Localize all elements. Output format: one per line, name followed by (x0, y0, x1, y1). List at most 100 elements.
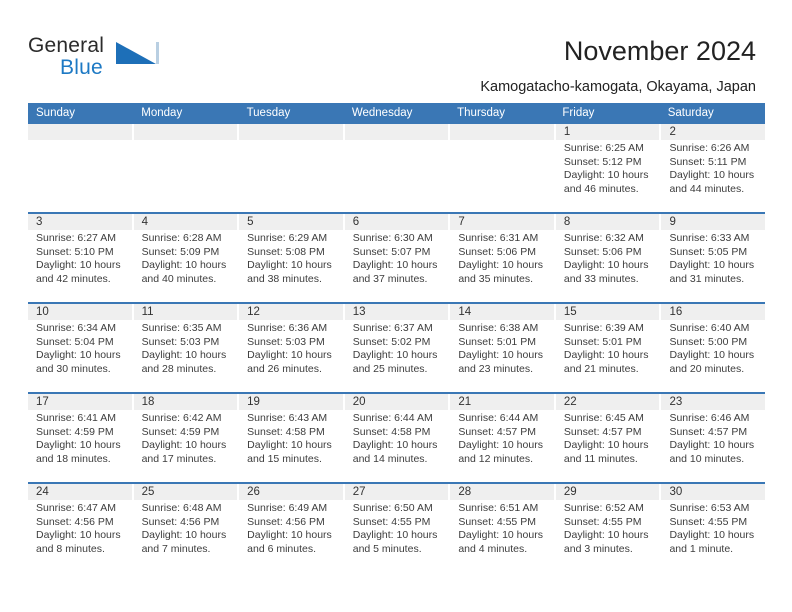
sunset-text: Sunset: 5:06 PM (563, 245, 642, 258)
day-number: 3 (36, 216, 43, 228)
day-sun-info: Sunrise: 6:44 AM Sunset: 4:57 PM Daylight:… (458, 410, 548, 466)
day-sun-info: Sunrise: 6:51 AM Sunset: 4:55 PM Daylight:… (458, 500, 548, 556)
calendar-day-cell[interactable]: 21 Sunrise: 6:44 AM Sunset: 4:57 PM Dayligh… (450, 394, 556, 482)
day-sun-info: Sunrise: 6:42 AM Sunset: 4:59 PM Daylight:… (142, 410, 232, 466)
calendar-day-cell[interactable]: 22 Sunrise: 6:45 AM Sunset: 4:57 PM Dayligh… (556, 394, 662, 482)
calendar-day-cell[interactable]: 13 Sunrise: 6:37 AM Sunset: 5:02 PM Dayligh… (345, 304, 451, 392)
daylight-text: Daylight: 10 hours and 25 minutes. (352, 349, 438, 375)
daylight-text: Daylight: 10 hours and 12 minutes. (458, 439, 543, 465)
calendar-day-cell[interactable]: 14 Sunrise: 6:38 AM Sunset: 5:01 PM Dayligh… (450, 304, 556, 392)
sunrise-text: Sunrise: 6:25 AM (563, 142, 644, 154)
sunrise-text: Sunrise: 6:51 AM (458, 502, 539, 514)
day-number: 7 (458, 216, 465, 228)
sunrise-text: Sunrise: 6:29 AM (247, 232, 328, 244)
day-sun-info: Sunrise: 6:49 AM Sunset: 4:56 PM Daylight:… (247, 500, 337, 556)
calendar-day-cell[interactable]: 12 Sunrise: 6:36 AM Sunset: 5:03 PM Dayligh… (239, 304, 345, 392)
day-number: 15 (563, 306, 577, 318)
brand-logo[interactable]: General Blue (28, 34, 208, 84)
day-number: 25 (141, 486, 155, 498)
sunrise-text: Sunrise: 6:48 AM (141, 502, 222, 514)
calendar-day-cell[interactable]: 11 Sunrise: 6:35 AM Sunset: 5:03 PM Dayligh… (134, 304, 240, 392)
daylight-text: Daylight: 10 hours and 42 minutes. (36, 259, 121, 285)
sunrise-text: Sunrise: 6:44 AM (458, 412, 539, 424)
day-number: 26 (247, 486, 260, 498)
calendar-day-cell[interactable]: 1 Sunrise: 6:25 AM Sunset: 5:12 PM Daylight… (556, 124, 662, 212)
triangle-logo-icon (116, 42, 160, 64)
calendar-day-cell[interactable]: 20 Sunrise: 6:44 AM Sunset: 4:58 PM Dayligh… (345, 394, 451, 482)
daylight-text: Daylight: 10 hours and 3 minutes. (563, 529, 649, 555)
calendar-day-cell-empty (239, 124, 345, 212)
calendar-day-cell[interactable]: 4 Sunrise: 6:28 AM Sunset: 5:09 PM Daylight… (134, 214, 240, 302)
calendar-day-cell[interactable]: 15 Sunrise: 6:39 AM Sunset: 5:01 PM Dayligh… (556, 304, 662, 392)
sunrise-text: Sunrise: 6:44 AM (352, 412, 433, 424)
calendar-week-cells: 1 Sunrise: 6:25 AM Sunset: 5:12 PM Daylight… (28, 124, 765, 212)
day-number: 4 (141, 216, 148, 228)
day-number: 27 (352, 486, 366, 498)
daylight-text: Daylight: 10 hours and 20 minutes. (669, 349, 755, 375)
daylight-text: Daylight: 10 hours and 18 minutes. (36, 439, 121, 465)
calendar-day-cell[interactable]: 8 Sunrise: 6:32 AM Sunset: 5:06 PM Daylight… (556, 214, 662, 302)
day-number: 5 (247, 216, 254, 228)
calendar-day-cell[interactable]: 28 Sunrise: 6:51 AM Sunset: 4:55 PM Dayligh… (450, 484, 556, 572)
sunrise-text: Sunrise: 6:30 AM (352, 232, 433, 244)
sunset-text: Sunset: 4:58 PM (247, 425, 325, 438)
calendar-day-cell[interactable]: 10 Sunrise: 6:34 AM Sunset: 5:04 PM Dayligh… (28, 304, 134, 392)
day-number: 30 (669, 486, 683, 498)
calendar-day-cell[interactable]: 16 Sunrise: 6:40 AM Sunset: 5:00 PM Dayligh… (661, 304, 765, 392)
day-number: 16 (669, 306, 683, 318)
calendar-day-cell[interactable]: 5 Sunrise: 6:29 AM Sunset: 5:08 PM Daylight… (239, 214, 345, 302)
calendar-week-cells: 3 Sunrise: 6:27 AM Sunset: 5:10 PM Daylight… (28, 214, 765, 302)
calendar-day-cell[interactable]: 18 Sunrise: 6:42 AM Sunset: 4:59 PM Dayligh… (134, 394, 240, 482)
calendar-day-cell[interactable]: 7 Sunrise: 6:31 AM Sunset: 5:06 PM Daylight… (450, 214, 556, 302)
calendar-day-cell[interactable]: 17 Sunrise: 6:41 AM Sunset: 4:59 PM Dayligh… (28, 394, 134, 482)
day-number: 21 (458, 396, 472, 408)
daylight-text: Daylight: 10 hours and 4 minutes. (458, 529, 543, 555)
day-number: 20 (352, 396, 366, 408)
page-header: General Blue November 2024 Kamogatacho-k… (0, 0, 792, 100)
day-number: 8 (563, 216, 571, 228)
calendar-day-cell[interactable]: 26 Sunrise: 6:49 AM Sunset: 4:56 PM Dayligh… (239, 484, 345, 572)
calendar-day-cell[interactable]: 25 Sunrise: 6:48 AM Sunset: 4:56 PM Dayligh… (134, 484, 240, 572)
sunset-text: Sunset: 4:57 PM (563, 425, 642, 438)
sunset-text: Sunset: 4:55 PM (352, 515, 431, 528)
calendar-day-cell[interactable]: 6 Sunrise: 6:30 AM Sunset: 5:07 PM Daylight… (345, 214, 451, 302)
day-sun-info: Sunrise: 6:48 AM Sunset: 4:56 PM Daylight:… (142, 500, 232, 556)
sunrise-text: Sunrise: 6:27 AM (36, 232, 116, 244)
sunrise-text: Sunrise: 6:36 AM (247, 322, 328, 334)
daylight-text: Daylight: 10 hours and 38 minutes. (247, 259, 332, 285)
calendar-day-cell[interactable]: 30 Sunrise: 6:53 AM Sunset: 4:55 PM Dayligh… (661, 484, 765, 572)
day-sun-info: Sunrise: 6:30 AM Sunset: 5:07 PM Daylight:… (353, 230, 443, 286)
sunrise-text: Sunrise: 6:37 AM (352, 322, 433, 334)
sunrise-text: Sunrise: 6:38 AM (458, 322, 539, 334)
sunset-text: Sunset: 4:55 PM (458, 515, 536, 528)
calendar-day-cell[interactable]: 9 Sunrise: 6:33 AM Sunset: 5:05 PM Daylight… (661, 214, 765, 302)
sunrise-text: Sunrise: 6:28 AM (141, 232, 222, 244)
calendar-day-cell[interactable]: 24 Sunrise: 6:47 AM Sunset: 4:56 PM Dayligh… (28, 484, 134, 572)
page-title: November 2024 (563, 36, 756, 66)
day-sun-info: Sunrise: 6:50 AM Sunset: 4:55 PM Daylight:… (353, 500, 443, 556)
calendar-day-cell[interactable]: 29 Sunrise: 6:52 AM Sunset: 4:55 PM Dayligh… (556, 484, 662, 572)
daylight-text: Daylight: 10 hours and 11 minutes. (563, 439, 649, 465)
weekday-header-row: Sunday Monday Tuesday Wednesday Thursday… (28, 103, 765, 124)
calendar-day-cell[interactable]: 19 Sunrise: 6:43 AM Sunset: 4:58 PM Dayligh… (239, 394, 345, 482)
sunrise-text: Sunrise: 6:34 AM (36, 322, 116, 334)
sunset-text: Sunset: 4:56 PM (141, 515, 220, 528)
day-number: 23 (669, 396, 683, 408)
calendar-week-row: 3 Sunrise: 6:27 AM Sunset: 5:10 PM Daylight… (28, 212, 765, 302)
location-subtitle: Kamogatacho-kamogata, Okayama, Japan (480, 79, 756, 95)
calendar-week-cells: 10 Sunrise: 6:34 AM Sunset: 5:04 PM Dayligh… (28, 304, 765, 392)
day-sun-info: Sunrise: 6:44 AM Sunset: 4:58 PM Daylight:… (353, 410, 443, 466)
day-number: 24 (36, 486, 49, 498)
day-sun-info: Sunrise: 6:37 AM Sunset: 5:02 PM Daylight:… (353, 320, 443, 376)
sunset-text: Sunset: 4:57 PM (458, 425, 536, 438)
calendar-day-cell[interactable]: 23 Sunrise: 6:46 AM Sunset: 4:57 PM Dayligh… (661, 394, 765, 482)
day-sun-info: Sunrise: 6:36 AM Sunset: 5:03 PM Daylight:… (247, 320, 337, 376)
calendar-day-cell[interactable]: 27 Sunrise: 6:50 AM Sunset: 4:55 PM Dayligh… (345, 484, 451, 572)
sunset-text: Sunset: 5:02 PM (352, 335, 431, 348)
calendar-day-cell[interactable]: 2 Sunrise: 6:26 AM Sunset: 5:11 PM Daylight… (661, 124, 765, 212)
weekday-header-monday: Monday (141, 107, 183, 119)
sunset-text: Sunset: 5:01 PM (458, 335, 536, 348)
sunset-text: Sunset: 5:07 PM (352, 245, 431, 258)
calendar-day-cell[interactable]: 3 Sunrise: 6:27 AM Sunset: 5:10 PM Daylight… (28, 214, 134, 302)
sunrise-text: Sunrise: 6:52 AM (563, 502, 644, 514)
